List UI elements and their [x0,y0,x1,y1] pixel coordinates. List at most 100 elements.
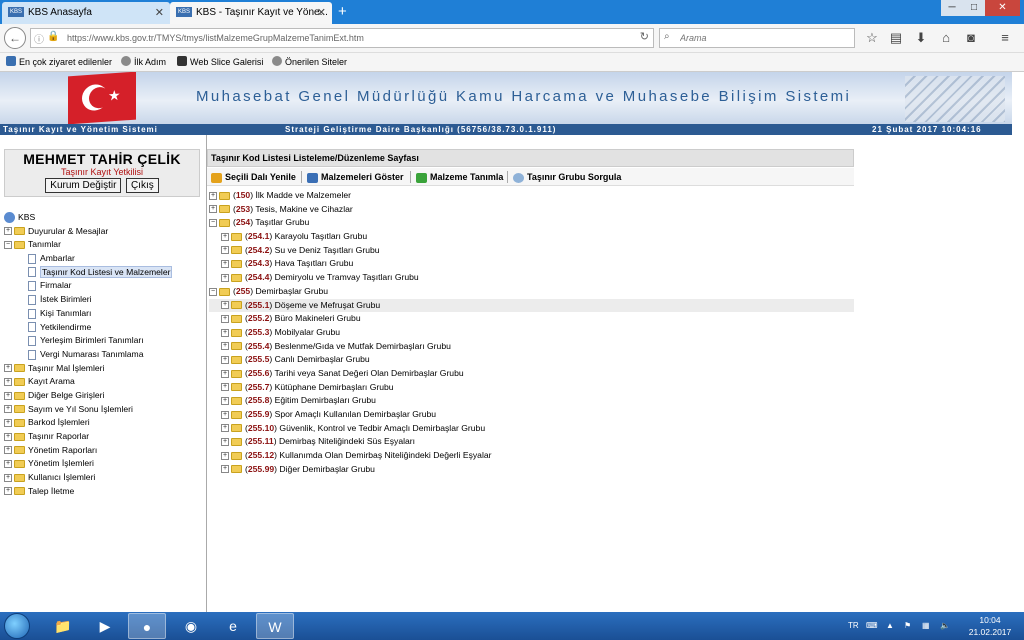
nav-subitem-selected[interactable]: Taşınır Kod Listesi ve Malzemeler [4,265,204,280]
expand-icon[interactable]: + [221,383,229,392]
expand-icon[interactable]: + [4,419,12,428]
search-input[interactable] [680,31,850,45]
code-tree-row[interactable]: + (255.7) Kütüphane Demirbaşları Grubu [209,381,854,395]
code-tree-row[interactable]: + (255.5) Canlı Demirbaşlar Grubu [209,353,854,367]
close-window-icon[interactable]: ✕ [985,0,1020,16]
collapse-icon[interactable]: − [209,287,217,296]
minimize-window-icon[interactable]: ─ [941,0,963,16]
reload-icon[interactable]: ↻ [640,30,649,43]
define-material-button[interactable]: Malzeme Tanımla [416,170,503,184]
code-tree-row[interactable]: − (254) Taşıtlar Grubu [209,216,854,230]
expand-icon[interactable]: + [4,391,12,400]
media-player-icon[interactable]: ▶ [86,613,124,639]
home-icon[interactable]: ⌂ [938,30,954,45]
code-tree-row[interactable]: + (255.3) Mobilyalar Grubu [209,326,854,340]
nav-item[interactable]: + Taşınır Mal İşlemleri [4,362,204,376]
nav-item[interactable]: + Yönetim Raporları [4,444,204,458]
nav-subitem[interactable]: Vergi Numarası Tanımlama [4,348,204,362]
code-tree-row[interactable]: − (255) Demirbaşlar Grubu [209,285,854,299]
expand-icon[interactable]: + [4,460,12,469]
expand-icon[interactable]: + [221,465,229,474]
code-tree-row[interactable]: + (255.9) Spor Amaçlı Kullanılan Demirbaş… [209,408,854,422]
info-icon[interactable]: ⓘ [34,31,44,46]
expand-icon[interactable]: + [4,487,12,496]
expand-icon[interactable]: + [4,377,12,386]
code-tree-row[interactable]: + (253) Tesis, Makine ve Cihazlar [209,203,854,217]
download-icon[interactable]: ⬇ [913,30,929,46]
language-indicator[interactable]: TR [848,612,859,640]
expand-icon[interactable]: + [221,397,229,406]
keyboard-icon[interactable]: ⌨ [866,612,878,640]
expand-icon[interactable]: + [4,446,12,455]
maximize-window-icon[interactable]: □ [963,0,985,16]
expand-icon[interactable]: + [221,410,229,419]
file-explorer-icon[interactable]: 📁 [44,613,82,639]
nav-item[interactable]: + Kayıt Arama [4,375,204,389]
code-tree-row[interactable]: + (255.6) Tarihi veya Sanat Değeri Olan D… [209,367,854,381]
bookmark-most-visited[interactable]: En çok ziyaret edilenler [6,56,112,69]
expand-icon[interactable]: + [4,227,12,236]
close-tab-icon[interactable]: ✕ [155,2,164,24]
code-tree-row[interactable]: + (254.4) Demiryolu ve Tramvay Taşıtları … [209,271,854,285]
nav-item[interactable]: + Talep İletme [4,485,204,499]
collapse-icon[interactable]: − [4,241,12,250]
nav-item[interactable]: + Kullanıcı İşlemleri [4,471,204,485]
search-box[interactable]: ⌕ [659,28,855,48]
nav-subitem[interactable]: Yetkilendirme [4,321,204,335]
expand-icon[interactable]: + [221,273,229,282]
firefox-icon[interactable]: ● [128,613,166,639]
expand-icon[interactable]: + [4,473,12,482]
bookmark-first-step[interactable]: İlk Adım [121,56,166,69]
nav-subitem[interactable]: Firmalar [4,279,204,293]
code-tree-row[interactable]: + (255.99) Diğer Demirbaşlar Grubu [209,463,854,477]
menu-icon[interactable]: ≡ [997,30,1013,45]
reading-list-icon[interactable]: ▤ [888,30,904,46]
code-tree-row[interactable]: + (254.3) Hava Taşıtları Grubu [209,257,854,271]
clock[interactable]: 10:04 21.02.2017 [962,614,1018,638]
collapse-icon[interactable]: − [209,219,217,228]
pocket-icon[interactable]: ◙ [963,30,979,45]
expand-icon[interactable]: + [221,301,229,310]
code-tree-row[interactable]: + (255.1) Döşeme ve Mefruşat Grubu [209,298,854,313]
code-tree-row[interactable]: + (255.12) Kullanımda Olan Demirbaş Nitel… [209,449,854,463]
expand-icon[interactable]: + [221,328,229,337]
expand-icon[interactable]: + [221,355,229,364]
nav-item[interactable]: + Diğer Belge Girişleri [4,389,204,403]
internet-explorer-icon[interactable]: e [214,613,252,639]
code-tree-row[interactable]: + (255.10) Güvenlik, Kontrol ve Tedbir Am… [209,422,854,436]
expand-icon[interactable]: + [4,405,12,414]
tab-kbs-anasayfa[interactable]: KBS KBS Anasayfa ✕ [2,2,170,24]
code-tree-row[interactable]: + (255.11) Demirbaş Niteliğindeki Süs Eşy… [209,435,854,449]
tab-kbs-tasinir[interactable]: KBS KBS - Taşınır Kayıt ve Yöne... ✕ [170,2,332,24]
url-text[interactable]: https://www.kbs.gov.tr/TMYS/tmys/listMal… [67,29,364,47]
flag-icon[interactable]: ⚑ [904,612,911,640]
network-icon[interactable]: ▦ [922,612,930,640]
expand-icon[interactable]: + [221,314,229,323]
chrome-icon[interactable]: ◉ [172,613,210,639]
code-tree-row[interactable]: + (254.2) Su ve Deniz Taşıtları Grubu [209,244,854,258]
logout-button[interactable]: Çıkış [125,178,159,193]
expand-icon[interactable]: + [221,451,229,460]
show-materials-button[interactable]: Malzemeleri Göster [307,170,404,184]
new-tab-icon[interactable]: + [338,2,347,22]
expand-icon[interactable]: + [221,342,229,351]
code-tree-row[interactable]: + (254.1) Karayolu Taşıtları Grubu [209,230,854,244]
code-tree-row[interactable]: + (255.4) Beslenme/Gıda ve Mutfak Demirba… [209,340,854,354]
nav-item[interactable]: + Sayım ve Yıl Sonu İşlemleri [4,403,204,417]
expand-icon[interactable]: + [221,232,229,241]
back-icon[interactable]: ← [4,27,26,49]
nav-item[interactable]: − Tanımlar [4,238,204,252]
expand-icon[interactable]: + [221,369,229,378]
nav-subitem[interactable]: Kişi Tanımları [4,307,204,321]
nav-item[interactable]: + Yönetim İşlemleri [4,457,204,471]
code-tree-row[interactable]: + (255.8) Eğitim Demirbaşları Grubu [209,394,854,408]
refresh-branch-button[interactable]: Seçili Dalı Yenile [211,170,296,184]
code-tree-row[interactable]: + (255.2) Büro Makineleri Grubu [209,312,854,326]
nav-subitem[interactable]: İstek Birimleri [4,293,204,307]
expand-icon[interactable]: + [221,260,229,269]
nav-item[interactable]: + Duyurular & Mesajlar [4,225,204,239]
expand-icon[interactable]: + [221,246,229,255]
query-group-button[interactable]: Taşınır Grubu Sorgula [513,170,621,184]
bookmark-web-slice[interactable]: Web Slice Galerisi [177,56,263,69]
bookmark-star-icon[interactable]: ☆ [864,30,880,46]
